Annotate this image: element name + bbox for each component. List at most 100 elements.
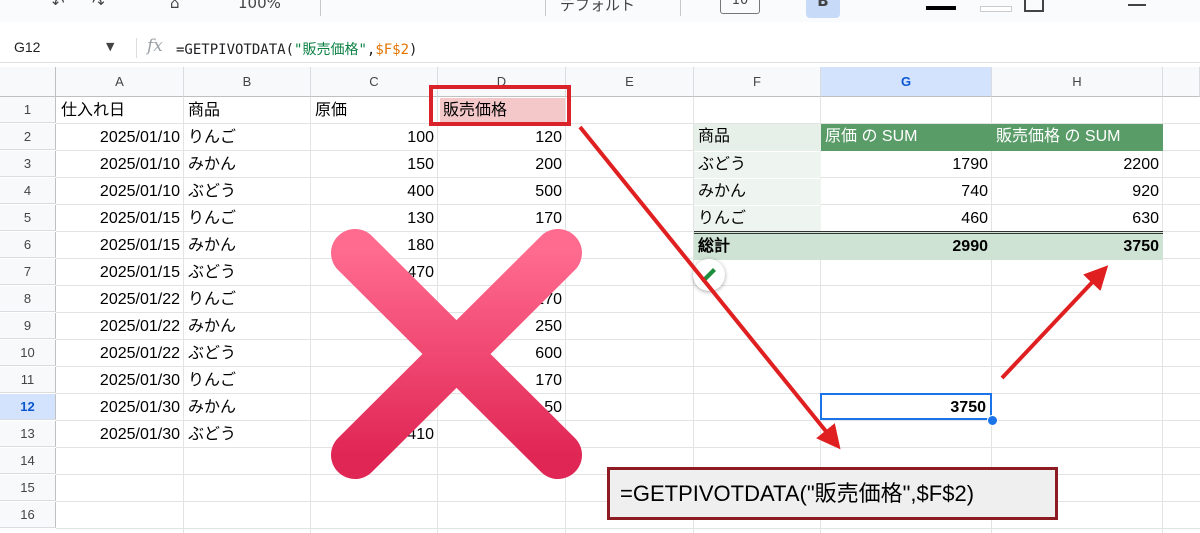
font-size-input[interactable]: 10 (720, 0, 760, 14)
item-cell[interactable]: ぶどう (184, 260, 311, 286)
row-header[interactable]: 3 (0, 151, 56, 177)
item-cell[interactable]: ぶどう (184, 422, 311, 448)
pivot-row-item[interactable]: みかん (694, 179, 821, 205)
row-header[interactable]: 11 (0, 367, 56, 393)
cost-cell[interactable]: 130 (311, 206, 438, 232)
date-cell[interactable]: 2025/01/15 (57, 206, 184, 232)
align-icon[interactable] (1128, 4, 1146, 6)
text-color-icon[interactable] (926, 6, 956, 10)
item-cell[interactable]: みかん (184, 152, 311, 178)
header-cell-item[interactable]: 商品 (184, 98, 311, 124)
date-cell[interactable]: 2025/01/10 (57, 179, 184, 205)
row-header[interactable]: 9 (0, 313, 56, 339)
row-header[interactable]: 10 (0, 340, 56, 366)
date-cell[interactable]: 2025/01/30 (57, 395, 184, 421)
column-header-b[interactable]: B (184, 67, 311, 97)
date-cell[interactable]: 2025/01/30 (57, 368, 184, 394)
undo-icon[interactable]: ↶ (52, 0, 65, 12)
column-header-g[interactable]: G (821, 67, 992, 97)
date-cell[interactable]: 2025/01/30 (57, 422, 184, 448)
column-header-a[interactable]: A (56, 67, 184, 97)
price-cell[interactable] (439, 233, 566, 259)
column-header-f[interactable]: F (694, 67, 821, 97)
formula-input[interactable]: =GETPIVOTDATA("販売価格",$F$2) (176, 39, 417, 59)
cost-cell[interactable]: 100 (311, 125, 438, 151)
row-header-selected[interactable]: 12 (0, 394, 56, 420)
item-cell[interactable]: みかん (184, 233, 311, 259)
pivot-row-price[interactable]: 920 (992, 179, 1163, 205)
date-cell[interactable]: 2025/01/15 (57, 260, 184, 286)
header-cell-date[interactable]: 仕入れ日 (57, 98, 184, 124)
pivot-row-cost[interactable]: 740 (821, 179, 992, 205)
price-cell[interactable]: 170 (439, 287, 566, 313)
price-cell[interactable]: 200 (439, 152, 566, 178)
row-header[interactable]: 14 (0, 448, 56, 474)
item-cell[interactable]: りんご (184, 368, 311, 394)
date-cell[interactable]: 2025/01/15 (57, 233, 184, 259)
cost-cell[interactable] (311, 368, 438, 394)
cost-cell[interactable]: 150 (311, 152, 438, 178)
cost-cell[interactable]: 180 (311, 233, 438, 259)
select-all-corner[interactable] (0, 67, 56, 97)
pivot-edit-button[interactable] (693, 259, 725, 291)
price-cell[interactable]: 250 (439, 314, 566, 340)
pivot-row-cost[interactable]: 460 (821, 206, 992, 232)
pivot-row-price[interactable]: 630 (992, 206, 1163, 232)
row-header[interactable]: 2 (0, 124, 56, 150)
bold-button[interactable]: B (806, 0, 840, 18)
pivot-total-price[interactable]: 3750 (992, 231, 1163, 260)
header-cell-cost[interactable]: 原価 (311, 98, 438, 124)
zoom-select[interactable]: 100% (238, 0, 281, 12)
price-cell[interactable]: 50 (439, 395, 566, 421)
row-header[interactable]: 16 (0, 502, 56, 528)
item-cell[interactable]: ぶどう (184, 341, 311, 367)
fill-handle[interactable] (987, 415, 998, 426)
pivot-total-label[interactable]: 総計 (694, 231, 821, 260)
name-box[interactable]: G12 (14, 39, 40, 55)
pivot-total-cost[interactable]: 2990 (821, 231, 992, 260)
cost-cell[interactable]: 470 (311, 260, 438, 286)
date-cell[interactable]: 2025/01/10 (57, 152, 184, 178)
row-header[interactable]: 8 (0, 286, 56, 312)
item-cell[interactable]: ぶどう (184, 179, 311, 205)
pivot-header-price[interactable]: 販売価格 の SUM (992, 124, 1163, 151)
date-cell[interactable]: 2025/01/22 (57, 341, 184, 367)
price-cell[interactable]: 120 (439, 125, 566, 151)
cost-cell[interactable]: 400 (311, 179, 438, 205)
item-cell[interactable]: りんご (184, 287, 311, 313)
date-cell[interactable]: 2025/01/10 (57, 125, 184, 151)
pivot-row-price[interactable]: 2200 (992, 152, 1163, 178)
redo-icon[interactable]: ↷ (92, 0, 105, 12)
column-header-i[interactable] (1163, 67, 1200, 97)
pivot-header-item[interactable]: 商品 (694, 124, 821, 151)
price-cell[interactable]: 170 (439, 206, 566, 232)
fill-color-icon[interactable] (980, 6, 1012, 12)
row-header[interactable]: 7 (0, 259, 56, 285)
font-select[interactable]: デフォルト (560, 0, 635, 15)
cost-cell[interactable]: 5 (311, 341, 438, 367)
price-cell[interactable]: 500 (439, 179, 566, 205)
column-header-h[interactable]: H (992, 67, 1163, 97)
pivot-row-item[interactable]: ぶどう (694, 152, 821, 178)
row-header[interactable]: 1 (0, 97, 56, 123)
item-cell[interactable]: りんご (184, 125, 311, 151)
pivot-header-cost[interactable]: 原価 の SUM (821, 124, 992, 151)
pivot-row-item[interactable]: りんご (694, 206, 821, 232)
cost-cell[interactable] (311, 287, 438, 313)
paint-format-icon[interactable]: ⌂ (170, 0, 180, 12)
item-cell[interactable]: りんご (184, 206, 311, 232)
pivot-row-cost[interactable]: 1790 (821, 152, 992, 178)
row-header[interactable]: 4 (0, 178, 56, 204)
row-header[interactable]: 5 (0, 205, 56, 231)
cost-cell[interactable] (311, 395, 438, 421)
cost-cell[interactable]: 410 (311, 422, 438, 448)
borders-icon[interactable] (1024, 0, 1044, 12)
row-header[interactable]: 15 (0, 475, 56, 501)
item-cell[interactable]: みかん (184, 395, 311, 421)
price-cell[interactable]: 170 (439, 368, 566, 394)
item-cell[interactable]: みかん (184, 314, 311, 340)
date-cell[interactable]: 2025/01/22 (57, 287, 184, 313)
row-header[interactable]: 6 (0, 232, 56, 258)
chevron-down-icon[interactable]: ▼ (106, 40, 114, 53)
cost-cell[interactable] (311, 314, 438, 340)
